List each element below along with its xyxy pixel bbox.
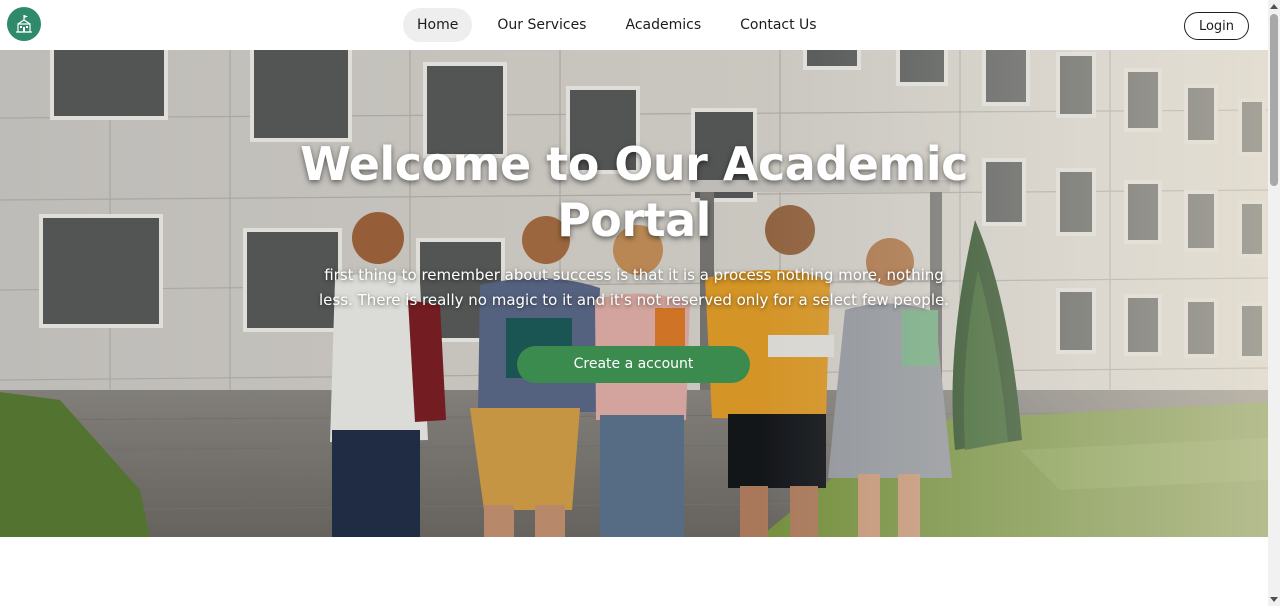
hero-subtitle: first thing to remember about success is… [284, 263, 984, 313]
scrollbar-thumb[interactable] [1270, 14, 1278, 186]
school-building-icon [16, 15, 32, 33]
vertical-scrollbar[interactable] [1268, 0, 1280, 606]
login-button[interactable]: Login [1184, 12, 1249, 40]
logo[interactable] [7, 7, 41, 41]
scroll-up-arrow-icon[interactable] [1268, 0, 1280, 12]
nav-item-our-services[interactable]: Our Services [483, 8, 600, 42]
hero-title-line-1: Welcome to Our Academic [300, 137, 968, 191]
nav-item-academics[interactable]: Academics [611, 8, 715, 42]
create-account-button[interactable]: Create a account [517, 346, 750, 383]
hero-title-line-2: Portal [557, 193, 711, 247]
nav-item-contact-us[interactable]: Contact Us [726, 8, 830, 42]
hero-section: Welcome to Our Academic Portal first thi… [0, 50, 1268, 537]
page: Home Our Services Academics Contact Us L… [0, 0, 1268, 606]
hero-subtitle-line-1: first thing to remember about success is… [324, 266, 944, 284]
scroll-down-arrow-icon[interactable] [1268, 594, 1280, 606]
main-nav: Home Our Services Academics Contact Us [403, 8, 842, 42]
hero-subtitle-line-2: less. There is really no magic to it and… [319, 291, 949, 309]
nav-item-home[interactable]: Home [403, 8, 473, 42]
hero-title: Welcome to Our Academic Portal [284, 136, 984, 248]
site-header: Home Our Services Academics Contact Us L… [0, 0, 1268, 50]
content-area [0, 537, 1268, 606]
